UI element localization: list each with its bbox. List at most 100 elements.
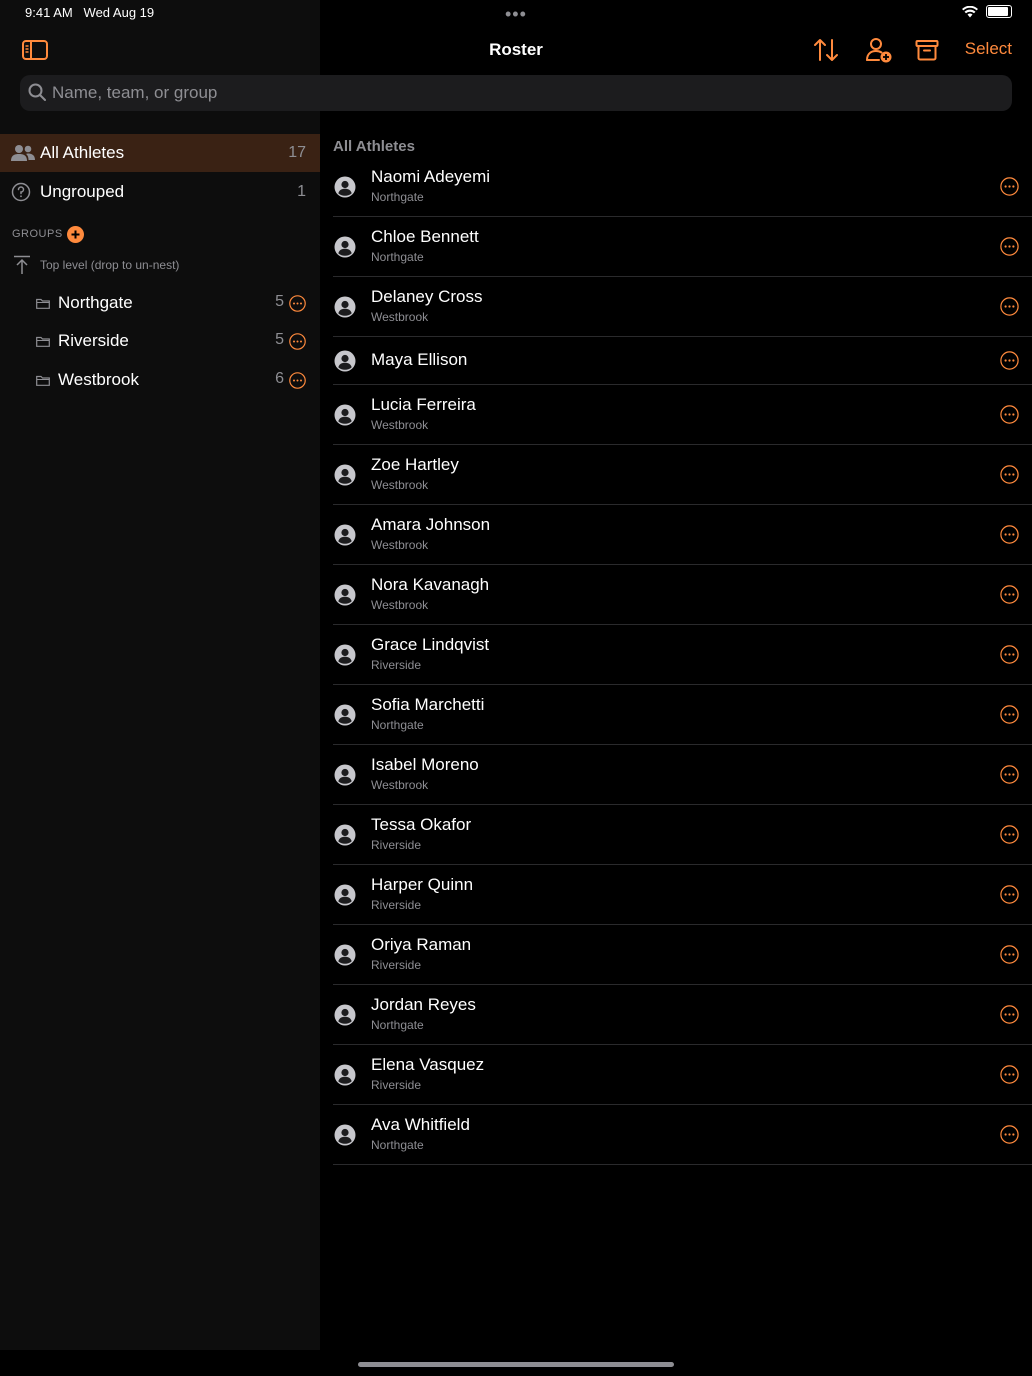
status-bar-left: 9:41 AM Wed Aug 19 — [25, 5, 154, 20]
status-bar-right — [962, 5, 1012, 18]
question-circle-icon — [11, 182, 31, 202]
athlete-row[interactable]: Maya Ellison — [333, 337, 1032, 385]
athlete-name: Nora Kavanagh — [371, 575, 490, 594]
athlete-name: Chloe Bennett — [371, 227, 479, 246]
sidebar-item-ungrouped[interactable]: Ungrouped 1 — [0, 173, 320, 211]
ellipsis-circle-icon[interactable] — [1000, 645, 1019, 664]
select-button[interactable]: Select — [965, 39, 1012, 59]
arrow-up-to-line-icon — [14, 255, 30, 274]
person-circle-icon — [334, 296, 356, 317]
person-circle-icon — [334, 884, 356, 905]
athlete-row[interactable]: Isabel Moreno Westbrook — [333, 745, 1032, 805]
status-date: Wed Aug 19 — [83, 5, 155, 20]
athlete-row[interactable]: Tessa Okafor Riverside — [333, 805, 1032, 865]
multitasking-dots[interactable]: ••• — [505, 4, 527, 25]
ellipsis-circle-icon[interactable] — [1000, 885, 1019, 904]
search-input[interactable]: Name, team, or group — [20, 75, 1012, 111]
sidebar-group-riverside[interactable]: Riverside 5 — [0, 322, 320, 360]
athlete-team: Northgate — [371, 1138, 424, 1152]
athlete-row[interactable]: Nora Kavanagh Westbrook — [333, 565, 1032, 625]
group-count: 5 — [275, 331, 284, 348]
athlete-team: Westbrook — [371, 418, 429, 432]
group-label: Riverside — [58, 331, 129, 350]
ellipsis-circle-icon[interactable] — [1000, 1065, 1019, 1084]
athlete-row[interactable]: Amara Johnson Westbrook — [333, 505, 1032, 565]
ellipsis-circle-icon[interactable] — [1000, 585, 1019, 604]
sidebar-item-count: 17 — [288, 144, 306, 161]
ellipsis-circle-icon[interactable] — [1000, 465, 1019, 484]
athlete-name: Elena Vasquez — [371, 1055, 485, 1074]
ellipsis-circle-icon[interactable] — [289, 372, 306, 389]
ellipsis-circle-icon[interactable] — [1000, 945, 1019, 964]
ellipsis-circle-icon[interactable] — [289, 295, 306, 312]
ellipsis-circle-icon[interactable] — [289, 333, 306, 350]
person-circle-icon — [334, 944, 356, 965]
athlete-team: Riverside — [371, 1078, 422, 1092]
athlete-row[interactable]: Chloe Bennett Northgate — [333, 217, 1032, 277]
person-circle-icon — [334, 1124, 356, 1145]
person-circle-icon — [334, 704, 356, 725]
folder-icon — [36, 298, 50, 309]
sidebar-group-northgate[interactable]: Northgate 5 — [0, 284, 320, 322]
athlete-row[interactable]: Elena Vasquez Riverside — [333, 1045, 1032, 1105]
athlete-team: Northgate — [371, 718, 424, 732]
athlete-row[interactable]: Sofia Marchetti Northgate — [333, 685, 1032, 745]
archive-button[interactable] — [913, 36, 941, 64]
athlete-name: Naomi Adeyemi — [371, 167, 491, 186]
athlete-name: Zoe Hartley — [371, 455, 459, 474]
athlete-name: Amara Johnson — [371, 515, 491, 534]
athlete-row[interactable]: Zoe Hartley Westbrook — [333, 445, 1032, 505]
person-circle-icon — [334, 584, 356, 605]
person-circle-icon — [334, 350, 356, 371]
group-label: Westbrook — [58, 370, 139, 389]
athlete-row[interactable]: Harper Quinn Riverside — [333, 865, 1032, 925]
top-level-drop-target[interactable]: Top level (drop to un-nest) — [40, 258, 179, 272]
athlete-name: Isabel Moreno — [371, 755, 479, 774]
person-circle-icon — [334, 764, 356, 785]
ellipsis-circle-icon[interactable] — [1000, 525, 1019, 544]
add-group-button[interactable] — [67, 226, 84, 243]
ellipsis-circle-icon[interactable] — [1000, 825, 1019, 844]
home-indicator[interactable] — [358, 1362, 674, 1367]
ellipsis-circle-icon[interactable] — [1000, 1125, 1019, 1144]
person-circle-icon — [334, 524, 356, 545]
sidebar-group-westbrook[interactable]: Westbrook 6 — [0, 361, 320, 399]
archive-box-icon — [915, 40, 939, 61]
athlete-list: Naomi Adeyemi Northgate Chloe Bennett North… — [333, 157, 1032, 1165]
person-circle-icon — [334, 1064, 356, 1085]
sidebar-item-label: Ungrouped — [40, 182, 125, 201]
groups-header: GROUPS — [12, 228, 63, 240]
person-circle-icon — [334, 644, 356, 665]
ellipsis-circle-icon[interactable] — [1000, 765, 1019, 784]
sidebar-item-label: All Athletes — [40, 143, 125, 162]
ellipsis-circle-icon[interactable] — [1000, 237, 1019, 256]
person-add-icon — [866, 38, 892, 63]
athlete-team: Westbrook — [371, 778, 429, 792]
folder-icon — [36, 375, 50, 386]
ellipsis-circle-icon[interactable] — [1000, 297, 1019, 316]
athlete-name: Harper Quinn — [371, 875, 474, 894]
search-placeholder: Name, team, or group — [52, 83, 218, 102]
athlete-row[interactable]: Ava Whitfield Northgate — [333, 1105, 1032, 1165]
ellipsis-circle-icon[interactable] — [1000, 1005, 1019, 1024]
athlete-name: Grace Lindqvist — [371, 635, 490, 654]
ellipsis-circle-icon[interactable] — [1000, 351, 1019, 370]
athlete-row[interactable]: Jordan Reyes Northgate — [333, 985, 1032, 1045]
person-circle-icon — [334, 1004, 356, 1025]
add-athlete-button[interactable] — [865, 36, 893, 64]
athlete-row[interactable]: Oriya Raman Riverside — [333, 925, 1032, 985]
athlete-name: Maya Ellison — [371, 350, 468, 369]
sidebar-item-all-athletes[interactable]: All Athletes 17 — [0, 134, 320, 172]
ellipsis-circle-icon[interactable] — [1000, 177, 1019, 196]
group-count: 6 — [275, 370, 284, 387]
athlete-team: Westbrook — [371, 478, 429, 492]
athlete-row[interactable]: Naomi Adeyemi Northgate — [333, 157, 1032, 217]
group-label: Northgate — [58, 293, 133, 312]
sort-button[interactable] — [812, 36, 840, 64]
athlete-row[interactable]: Grace Lindqvist Riverside — [333, 625, 1032, 685]
ellipsis-circle-icon[interactable] — [1000, 405, 1019, 424]
status-time: 9:41 AM — [25, 5, 73, 20]
ellipsis-circle-icon[interactable] — [1000, 705, 1019, 724]
athlete-row[interactable]: Lucia Ferreira Westbrook — [333, 385, 1032, 445]
athlete-row[interactable]: Delaney Cross Westbrook — [333, 277, 1032, 337]
